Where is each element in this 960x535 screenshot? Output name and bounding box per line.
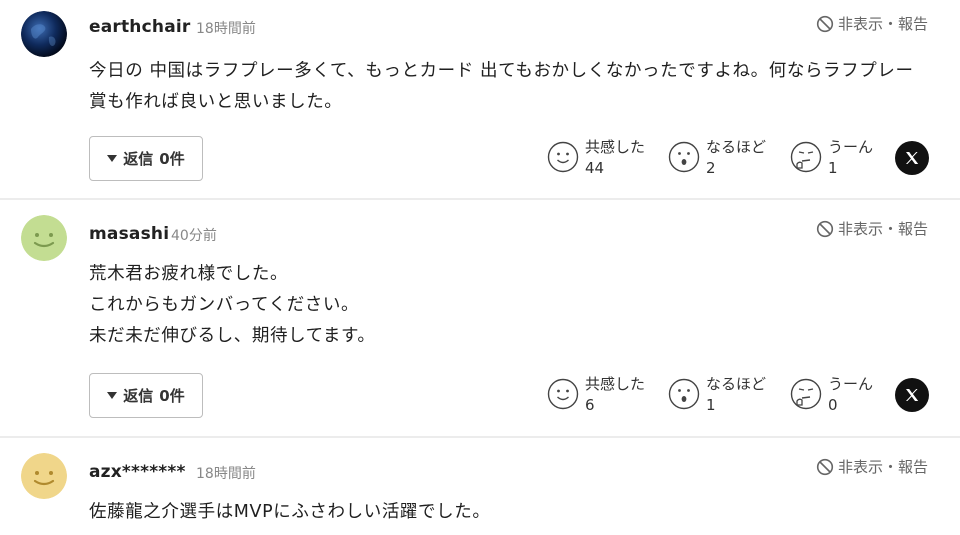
reaction-empathize[interactable]: 共感した 44 xyxy=(547,137,645,179)
comment-item: azx******* 18時間前 非表示・報告 佐藤龍之介選手はMVPにふさわし… xyxy=(0,438,960,535)
reply-label: 返信 xyxy=(123,387,154,405)
reaction-insightful[interactable]: なるほど 1 xyxy=(668,374,766,416)
comment-line: 荒木君お疲れ様でした。 xyxy=(89,264,289,284)
earth-avatar-icon xyxy=(21,11,67,57)
hide-report-label: 非表示・報告 xyxy=(837,220,928,238)
timestamp: 40分前 xyxy=(171,228,217,244)
timestamp: 18時間前 xyxy=(196,21,256,37)
reaction-label: うーん xyxy=(828,138,874,156)
triangle-down-icon xyxy=(107,392,118,399)
reaction-hmm[interactable]: うーん 1 xyxy=(790,137,873,179)
block-icon xyxy=(816,15,834,32)
reaction-label: うーん xyxy=(828,375,874,393)
username[interactable]: masashi xyxy=(89,224,169,244)
thinking-face-icon xyxy=(790,378,822,410)
reaction-count: 0 xyxy=(828,396,838,414)
hide-report-link[interactable]: 非表示・報告 xyxy=(816,456,928,477)
reaction-insightful[interactable]: なるほど 2 xyxy=(668,137,766,179)
comment-line: 佐藤龍之介選手はMVPにふさわしい活躍でした。 xyxy=(89,502,491,522)
reaction-label: なるほど xyxy=(706,138,767,156)
reply-count: 0件 xyxy=(159,387,185,405)
smiley-green-avatar-icon xyxy=(21,215,67,261)
x-share-button[interactable] xyxy=(895,141,929,175)
comment-item: earthchair 18時間前 非表示・報告 今日の 中国はラフプレー多くて、… xyxy=(0,0,960,200)
reply-button[interactable]: 返信 0件 xyxy=(89,373,203,418)
x-logo-icon xyxy=(906,152,919,164)
reaction-count: 1 xyxy=(706,396,716,414)
reaction-hmm[interactable]: うーん 0 xyxy=(790,374,873,416)
x-logo-icon xyxy=(906,389,919,401)
avatar[interactable] xyxy=(21,215,67,261)
hide-report-label: 非表示・報告 xyxy=(837,15,928,33)
smile-face-icon xyxy=(547,141,579,173)
smile-face-icon xyxy=(547,378,579,410)
hide-report-label: 非表示・報告 xyxy=(837,458,928,476)
comment-body: 今日の 中国はラフプレー多くて、もっとカード 出てもおかしくなかったですよね。何… xyxy=(89,56,914,118)
surprised-face-icon xyxy=(668,378,700,410)
reaction-label: 共感した xyxy=(585,138,646,156)
smiley-yellow-avatar-icon xyxy=(21,453,67,499)
triangle-down-icon xyxy=(107,155,118,162)
surprised-face-icon xyxy=(668,141,700,173)
comment-line: 未だ未だ伸びるし、期待してます。 xyxy=(89,326,376,346)
comment-body: 荒木君お疲れ様でした。 これからもガンバってください。 未だ未だ伸びるし、期待し… xyxy=(89,259,375,352)
hide-report-link[interactable]: 非表示・報告 xyxy=(816,218,928,239)
comment-body: 佐藤龍之介選手はMVPにふさわしい活躍でした。 xyxy=(89,497,490,528)
comment-line: 今日の 中国はラフプレー多くて、もっとカード 出てもおかしくなかったですよね。何… xyxy=(89,61,914,81)
username[interactable]: azx******* xyxy=(89,462,186,482)
timestamp: 18時間前 xyxy=(196,466,256,482)
reaction-count: 2 xyxy=(706,159,716,177)
username[interactable]: earthchair xyxy=(89,17,190,37)
reaction-count: 6 xyxy=(585,396,595,414)
hide-report-link[interactable]: 非表示・報告 xyxy=(816,13,928,34)
avatar[interactable] xyxy=(21,453,67,499)
block-icon xyxy=(816,220,834,237)
comment-item: masashi 40分前 非表示・報告 荒木君お疲れ様でした。 これからもガンバ… xyxy=(0,200,960,438)
x-share-button[interactable] xyxy=(895,378,929,412)
reaction-label: 共感した xyxy=(585,375,646,393)
comment-line: 賞も作れば良いと思いました。 xyxy=(89,92,343,112)
reply-count: 0件 xyxy=(159,150,185,168)
reply-button[interactable]: 返信 0件 xyxy=(89,136,203,181)
reaction-count: 1 xyxy=(828,159,838,177)
reaction-empathize[interactable]: 共感した 6 xyxy=(547,374,645,416)
reaction-count: 44 xyxy=(585,159,605,177)
block-icon xyxy=(816,458,834,475)
avatar[interactable] xyxy=(21,11,67,57)
reply-label: 返信 xyxy=(123,150,154,168)
thinking-face-icon xyxy=(790,141,822,173)
comment-line: これからもガンバってください。 xyxy=(89,295,360,315)
reaction-label: なるほど xyxy=(706,375,767,393)
